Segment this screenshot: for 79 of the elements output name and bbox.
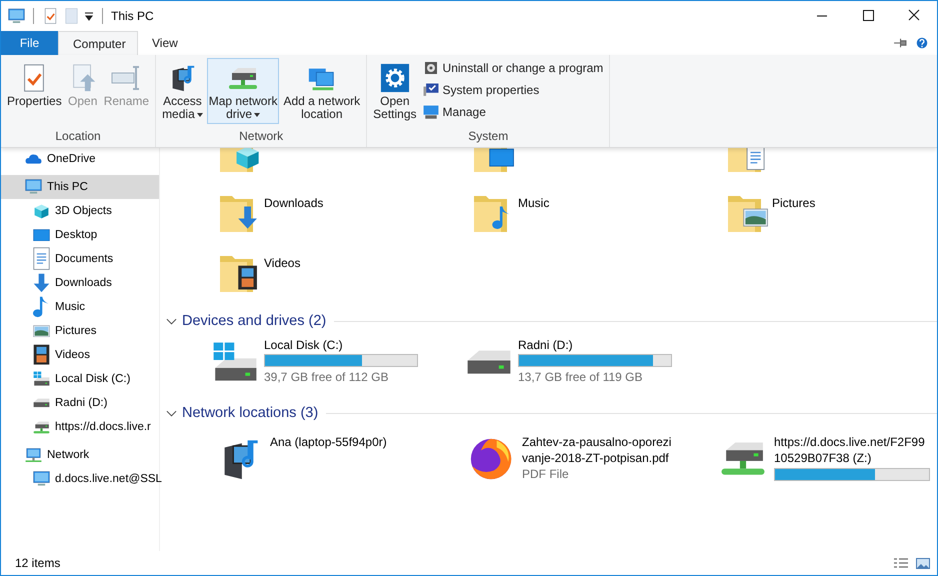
nav-item[interactable]: Desktop [1,223,159,247]
ribbon-button[interactable]: Properties [5,58,64,124]
drive-icon [33,398,50,408]
customize-caret-icon[interactable] [84,12,94,20]
location-name-line[interactable]: https://d.docs.live.net/F2F99 [774,434,930,450]
network-drive-icon [33,420,50,434]
nav-item[interactable]: This PC [1,175,159,199]
disc-box-icon [422,60,439,76]
location-name-line[interactable]: 10529B07F38 (Z:) [774,450,930,466]
ribbon-tab[interactable]: Computer [58,31,138,55]
monitor-icon [8,8,25,24]
cube-icon [33,202,50,220]
location-name-line[interactable]: Ana (laptop-55f94p0r) [270,434,387,450]
monitor-icon [25,179,42,195]
ribbon-button[interactable]: Manage [420,102,606,122]
monitor-icon [422,83,439,97]
help-icon[interactable] [915,37,929,49]
drive-name[interactable]: Local Disk (C:) [264,337,418,353]
group-label: Network [238,129,284,145]
gear-icon [380,63,410,93]
cloud-icon [25,154,42,164]
network-drive-icon [228,66,258,90]
ribbon-button[interactable]: Add a network location [281,58,362,124]
free-space-text: 39,7 GB free of 112 GB [264,369,390,385]
details-view-icon[interactable] [893,558,909,568]
rename-icon [111,66,142,90]
location-name-line[interactable]: vanje-2018-ZT-potpisan.pdf [522,450,672,466]
window-title: This PC [111,9,154,23]
pin-icon[interactable] [893,37,907,49]
item-count: 12 items [15,556,60,570]
ribbon-button[interactable]: Access media [160,58,205,124]
free-space-text: 13,7 GB free of 119 GB [518,369,644,385]
drive-icon [212,341,258,383]
computer-icon [422,104,439,120]
folder-name[interactable]: Downloads [264,196,324,210]
nav-item[interactable]: https://d.docs.live.r [1,415,159,439]
nav-item[interactable]: Radni (D:) [1,391,159,415]
down-arrow-icon [33,273,50,293]
drive-icon [466,348,512,376]
monitor-icon [33,471,50,487]
music-note-icon [33,296,50,318]
file-menu-tab[interactable]: File [1,31,58,55]
folder-name[interactable]: Videos [264,256,300,270]
nav-item[interactable]: Documents [1,247,159,271]
nav-item[interactable]: Network [1,443,159,467]
folder-name[interactable]: Music [518,196,550,210]
picture-icon [33,324,50,338]
nav-item[interactable]: OneDrive [1,147,159,171]
drive-name[interactable]: Radni (D:) [518,337,672,353]
ribbon-button[interactable]: System properties [420,80,606,100]
group-label: System [467,129,510,145]
nav-item[interactable]: d.docs.live.net@SSL [1,467,159,491]
large-icons-view-icon[interactable] [915,558,931,568]
group-label: Location [54,129,102,145]
section-heading: Devices and drives (2) [182,313,326,329]
section-heading: Network locations (3) [182,405,318,421]
file-type-text: PDF File [522,466,570,482]
app-logo-icon [468,436,514,482]
nav-item[interactable]: Downloads [1,271,159,295]
collapse-chevron-icon[interactable] [166,318,177,324]
nav-item[interactable]: Music [1,295,159,319]
film-icon [33,344,50,366]
nav-item[interactable]: Pictures [1,319,159,343]
nav-item[interactable]: 3D Objects [1,199,159,223]
drive-icon [33,371,50,387]
ribbon-button[interactable]: Uninstall or change a program [420,58,606,78]
location-name-line[interactable]: Zahtev-za-pausalno-oporezi [522,434,672,450]
nav-item[interactable]: Videos [1,343,159,367]
network-drive-icon [720,441,766,477]
collapse-chevron-icon[interactable] [166,410,177,416]
network-icon [25,448,42,462]
nav-item[interactable]: Local Disk (C:) [1,367,159,391]
document-icon [33,247,50,271]
ribbon-button[interactable]: Map network drive [206,58,280,124]
screen-icon [33,228,50,242]
folder-name[interactable]: Pictures [772,196,816,210]
checked-page-icon[interactable] [42,8,59,24]
ribbon-button[interactable]: Open Settings [371,58,419,124]
folder-icon [472,147,516,174]
